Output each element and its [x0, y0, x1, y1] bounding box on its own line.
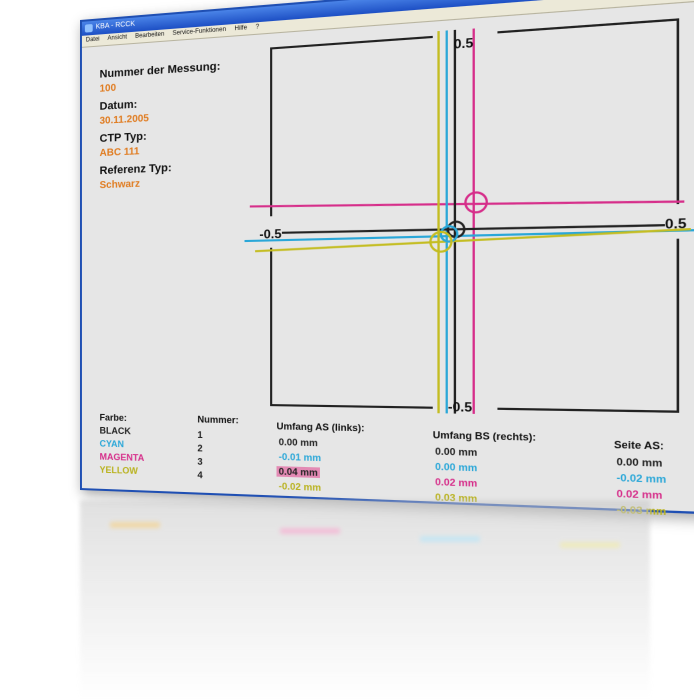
tick-label-right: 0.5: [665, 215, 687, 232]
frame-bottom-right: [497, 239, 677, 412]
reflection-bar: [420, 536, 480, 542]
side-value-cyan: -0.02 mm: [616, 472, 667, 486]
ctp-type-label: CTP Typ:: [99, 130, 147, 146]
menu-help-question[interactable]: ?: [256, 22, 260, 34]
tick-label-left: -0.5: [259, 226, 282, 241]
table-header-number: Nummer:: [197, 414, 239, 426]
menu-bearbeiten[interactable]: Bearbeiten: [135, 29, 164, 42]
row-number-1: 1: [197, 429, 203, 441]
menu-ansicht[interactable]: Ansicht: [107, 32, 127, 45]
register-plot: 0.5 -0.5 -0.5 0.5: [245, 6, 694, 424]
app-window: KBA - RCCK _ □ × Datei Ansicht Bearbeite…: [80, 0, 694, 517]
side-value-black: 0.00 mm: [616, 456, 663, 469]
app-icon: [84, 23, 93, 33]
row-color-yellow: YELLOW: [99, 464, 138, 477]
date-label: Datum:: [99, 98, 138, 113]
date-value: 30.11.2005: [99, 113, 149, 127]
tick-label-top: 0.5: [454, 35, 474, 52]
reference-type-value: Schwarz: [99, 178, 140, 192]
ctp-type-value: ABC 111: [99, 146, 140, 160]
frame-bottom-left: [271, 244, 433, 408]
row-color-black: BLACK: [99, 425, 131, 437]
row-color-cyan: CYAN: [99, 438, 125, 450]
left-value-magenta: 0.04 mm: [276, 466, 321, 479]
left-value-yellow: -0.02 mm: [278, 480, 322, 493]
table-header-color: Farbe:: [99, 412, 127, 423]
window-reflection: [80, 500, 650, 699]
row-color-magenta: MAGENTA: [99, 451, 145, 464]
table-header-side: Seite AS:: [613, 439, 664, 452]
frame-top-left: [271, 37, 433, 216]
tick-label-bottom: -0.5: [448, 399, 473, 415]
left-value-cyan: -0.01 mm: [278, 451, 322, 464]
measurement-label: Nummer der Messung:: [99, 60, 221, 81]
reflection-bar: [280, 528, 340, 534]
reflection-bar: [110, 522, 160, 528]
row-number-3: 3: [197, 456, 203, 467]
magenta-register-mark: [465, 192, 486, 213]
stage: KBA - RCCK _ □ × Datei Ansicht Bearbeite…: [0, 0, 694, 699]
menu-hilfe[interactable]: Hilfe: [234, 23, 247, 35]
right-value-black: 0.00 mm: [435, 445, 478, 459]
right-value-cyan: 0.00 mm: [435, 461, 478, 474]
reference-type-label: Referenz Typ:: [99, 161, 172, 178]
reflection-bar: [560, 542, 620, 548]
table-header-left: Umfang AS (links):: [276, 420, 365, 434]
right-value-magenta: 0.02 mm: [435, 476, 478, 489]
app-window-wrapper: KBA - RCCK _ □ × Datei Ansicht Bearbeite…: [80, 0, 694, 517]
row-number-2: 2: [197, 443, 203, 454]
table-header-right: Umfang BS (rechts):: [432, 429, 537, 443]
frame-top-right: [497, 20, 677, 210]
row-number-4: 4: [197, 469, 203, 481]
measurement-value: 100: [99, 82, 117, 95]
left-value-black: 0.00 mm: [278, 436, 318, 449]
window-title: KBA - RCCK: [95, 20, 136, 31]
menu-datei[interactable]: Datei: [86, 34, 100, 46]
register-plot-svg: 0.5 -0.5 -0.5 0.5: [245, 6, 694, 424]
